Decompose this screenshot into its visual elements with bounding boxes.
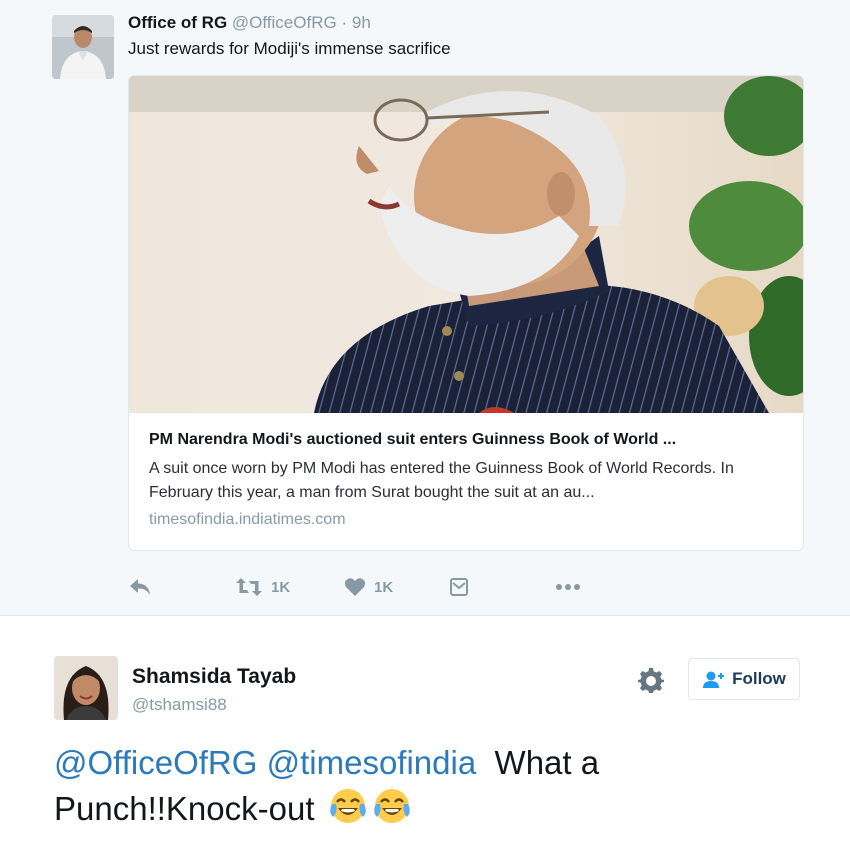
tweet-text-part: Punch!!Knock-out	[54, 790, 315, 827]
follow-label: Follow	[732, 669, 786, 688]
tweet-header: Office of RG @OfficeOfRG · 9h	[128, 13, 371, 33]
direct-message-button[interactable]	[450, 574, 468, 600]
retweet-count: 1K	[271, 578, 291, 596]
tweet-time[interactable]: 9h	[352, 13, 371, 32]
reply-icon	[130, 579, 150, 595]
author-handle[interactable]: @tshamsi88	[132, 695, 227, 715]
tweet-text: Just rewards for Modiji's immense sacrif…	[128, 39, 451, 58]
like-count: 1K	[374, 578, 394, 596]
more-button[interactable]	[555, 574, 581, 600]
quoted-tweet: Office of RG @OfficeOfRG · 9h Just rewar…	[0, 0, 850, 616]
reply-tweet-text: @OfficeOfRG @timesofindia What a Punch!!…	[54, 740, 754, 832]
tears-of-joy-emoji-icon	[329, 789, 366, 823]
avatar[interactable]	[52, 15, 114, 79]
add-user-icon	[703, 671, 725, 688]
card-title[interactable]: PM Narendra Modi's auctioned suit enters…	[149, 431, 785, 449]
card-body: PM Narendra Modi's auctioned suit enters…	[129, 413, 803, 529]
mention-link[interactable]: @timesofindia	[267, 744, 477, 781]
retweet-icon	[236, 578, 262, 596]
like-button[interactable]: 1K	[344, 574, 393, 600]
tweet-text-part: What a	[494, 744, 600, 781]
settings-button[interactable]	[638, 667, 664, 693]
separator: ·	[341, 13, 348, 32]
author-name[interactable]: Office of RG	[128, 13, 227, 32]
link-card[interactable]: PM Narendra Modi's auctioned suit enters…	[128, 75, 804, 551]
tweet-actions: 1K 1K	[128, 574, 598, 600]
reply-button[interactable]	[128, 574, 152, 600]
author-handle[interactable]: @OfficeOfRG	[232, 13, 337, 32]
more-dots-icon	[556, 584, 580, 590]
author-name[interactable]: Shamsida Tayab	[132, 665, 296, 689]
follow-button[interactable]: Follow	[688, 658, 800, 700]
card-image	[129, 76, 803, 413]
direct-message-icon	[450, 578, 468, 596]
card-description: A suit once worn by PM Modi has entered …	[149, 460, 734, 501]
retweet-button[interactable]: 1K	[235, 574, 290, 600]
card-domain[interactable]: timesofindia.indiatimes.com	[149, 511, 785, 529]
avatar[interactable]	[54, 656, 118, 720]
tears-of-joy-emoji-icon	[373, 789, 410, 823]
heart-icon	[344, 578, 366, 596]
mention-link[interactable]: @OfficeOfRG	[54, 744, 257, 781]
gear-icon	[638, 668, 664, 693]
